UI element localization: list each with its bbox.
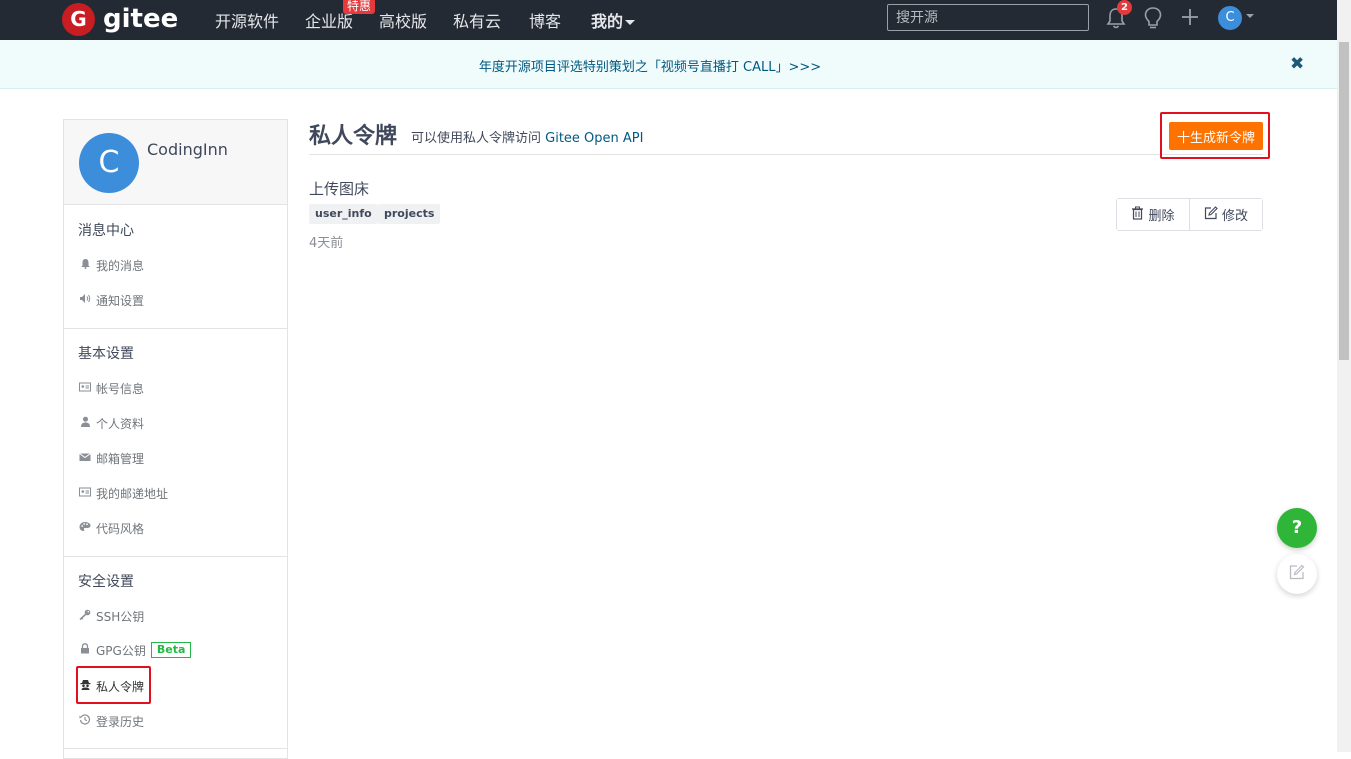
top-navbar: G gitee 开源软件 企业版 特惠 高校版 私有云 博客 我的 2 C <box>0 0 1351 40</box>
delete-label: 删除 <box>1148 209 1175 224</box>
lock-icon <box>78 643 92 657</box>
gitee-logo[interactable]: G gitee <box>62 2 178 36</box>
sidebar-item-label: 帐号信息 <box>96 381 145 396</box>
delete-button[interactable]: 删除 <box>1117 199 1189 230</box>
feedback-button[interactable] <box>1277 554 1317 594</box>
token-name: 上传图床 <box>309 180 370 198</box>
sidebar-item-notification-settings[interactable]: 通知设置 <box>78 291 144 309</box>
notification-count-badge: 2 <box>1117 0 1132 15</box>
settings-sidebar: C CodingInn 消息中心 我的消息 通知设置 基本设置 帐号信息 个人资… <box>63 119 288 759</box>
search-input[interactable] <box>887 4 1089 31</box>
section-divider <box>64 556 287 557</box>
sidebar-item-code-style[interactable]: 代码风格 <box>78 519 144 537</box>
nav-blog[interactable]: 博客 <box>529 8 561 32</box>
sidebar-item-label: 我的消息 <box>96 258 145 273</box>
token-created-time: 4天前 <box>309 236 344 251</box>
edit-label: 修改 <box>1221 209 1248 224</box>
scope-tag: user_info <box>309 204 378 224</box>
sidebar-item-gpg-keys[interactable]: GPG公钥 Beta <box>78 641 192 659</box>
title-divider <box>309 154 1263 155</box>
chevron-down-icon <box>625 20 636 25</box>
token-actions: 删除 修改 <box>1116 198 1263 231</box>
edit-button[interactable]: 修改 <box>1189 199 1262 230</box>
nav-education[interactable]: 高校版 <box>379 8 427 32</box>
history-icon <box>78 714 92 728</box>
scrollbar-thumb[interactable] <box>1339 42 1349 360</box>
page-title: 私人令牌 <box>309 124 398 149</box>
section-divider <box>64 328 287 329</box>
banner-link[interactable]: 年度开源项目评选特别策划之「视频号直播打 CALL」>>> <box>0 56 1300 75</box>
sidebar-item-profile[interactable]: 个人资料 <box>78 414 144 432</box>
sidebar-item-label: GPG公钥 <box>96 643 146 658</box>
user-icon <box>78 416 92 430</box>
plus-icon[interactable] <box>1181 8 1199 30</box>
page-scrollbar[interactable] <box>1337 0 1351 752</box>
generate-token-button[interactable]: 十生成新令牌 <box>1169 122 1263 150</box>
sidebar-item-postal-address[interactable]: 我的邮递地址 <box>78 484 168 502</box>
profile-name[interactable]: CodingInn <box>147 140 228 159</box>
bell-icon <box>78 258 92 272</box>
edit-icon <box>1204 205 1218 224</box>
lightbulb-icon[interactable] <box>1143 6 1163 34</box>
avatar[interactable]: C <box>79 133 139 193</box>
edit-note-icon <box>1288 563 1306 585</box>
profile-card: C CodingInn <box>64 120 287 205</box>
sidebar-item-label: 我的邮递地址 <box>96 486 169 501</box>
enterprise-promo-badge: 特惠 <box>343 0 376 14</box>
palette-icon <box>78 521 92 535</box>
nav-mine[interactable]: 我的 <box>591 8 636 32</box>
trash-icon <box>1131 206 1144 224</box>
sidebar-item-label: SSH公钥 <box>96 609 145 624</box>
sidebar-item-my-messages[interactable]: 我的消息 <box>78 256 144 274</box>
gitee-logo-icon: G <box>62 2 95 36</box>
beta-badge: Beta <box>150 642 192 658</box>
sidebar-item-email[interactable]: 邮箱管理 <box>78 449 144 467</box>
announcement-banner: 年度开源项目评选特别策划之「视频号直播打 CALL」>>> ✖ <box>0 40 1337 89</box>
sidebar-item-ssh-keys[interactable]: SSH公钥 <box>78 607 144 625</box>
user-avatar[interactable]: C <box>1218 6 1242 30</box>
envelope-icon <box>78 452 92 465</box>
gitee-logo-text: gitee <box>103 4 179 34</box>
id-card-icon <box>78 382 92 395</box>
highlight-private-tokens <box>76 666 151 704</box>
sidebar-item-login-history[interactable]: 登录历史 <box>78 712 144 730</box>
page-subtitle: 可以使用私人令牌访问 Gitee Open API <box>411 127 643 146</box>
page-subtitle-text: 可以使用私人令牌访问 <box>411 131 546 146</box>
address-card-icon <box>78 487 92 500</box>
sidebar-item-label: 通知设置 <box>96 293 145 308</box>
sidebar-item-label: 邮箱管理 <box>96 451 145 466</box>
nav-mine-label: 我的 <box>591 12 624 31</box>
open-api-link[interactable]: Gitee Open API <box>545 131 643 146</box>
section-title-messages: 消息中心 <box>78 223 134 239</box>
sidebar-item-label: 登录历史 <box>96 714 145 729</box>
nav-private-cloud[interactable]: 私有云 <box>453 8 501 32</box>
section-title-basic: 基本设置 <box>78 346 134 362</box>
sidebar-item-account-info[interactable]: 帐号信息 <box>78 379 144 397</box>
scope-tag: projects <box>378 204 441 224</box>
help-button[interactable]: ? <box>1277 508 1317 548</box>
section-title-security: 安全设置 <box>78 574 134 590</box>
nav-open-source[interactable]: 开源软件 <box>215 8 279 32</box>
sidebar-item-label: 个人资料 <box>96 416 145 431</box>
sidebar-item-label: 代码风格 <box>96 521 145 536</box>
speaker-icon <box>78 293 92 307</box>
key-icon <box>78 609 92 623</box>
close-icon[interactable]: ✖ <box>1290 54 1304 74</box>
avatar-dropdown-icon[interactable] <box>1246 14 1254 18</box>
section-divider <box>64 748 287 749</box>
